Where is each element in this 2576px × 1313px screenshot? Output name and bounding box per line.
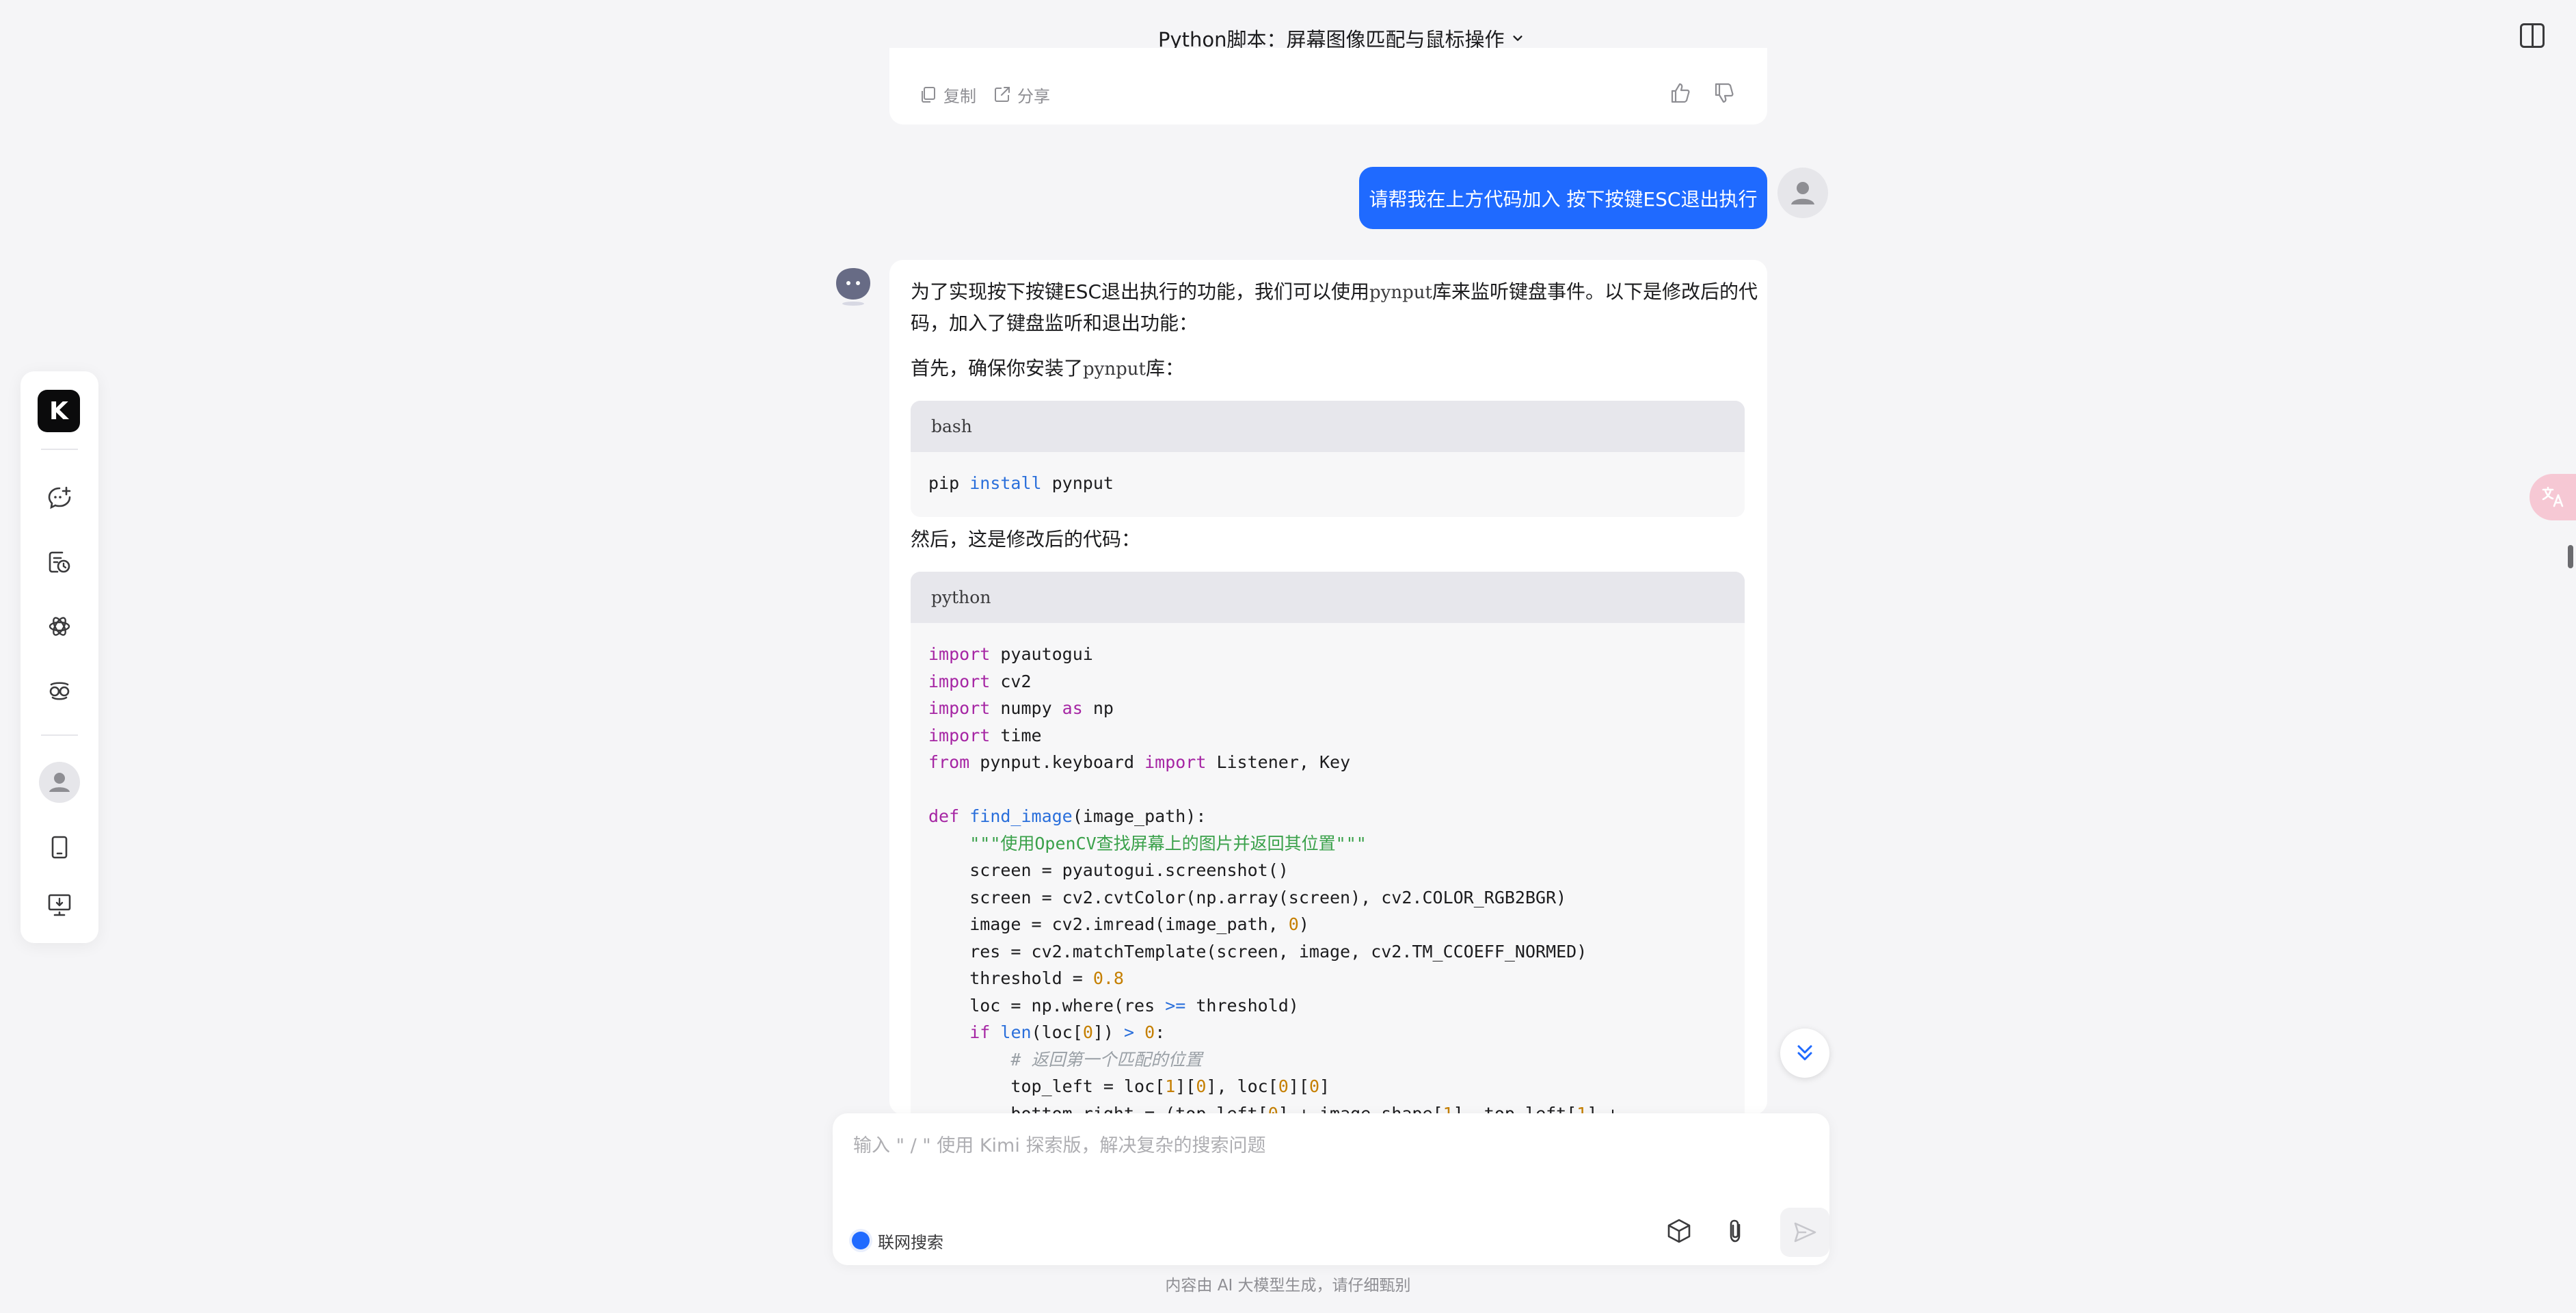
- code-language-label: python: [911, 572, 1745, 623]
- thumbs-down-icon[interactable]: [1712, 81, 1736, 105]
- reply-intro-line1: 为了实现按下按键ESC退出执行的功能，我们可以使用pynput库来监听键盘事件。…: [911, 276, 1758, 308]
- attach-file-button[interactable]: [1717, 1213, 1753, 1249]
- translate-widget-button[interactable]: [2530, 474, 2576, 520]
- reply-then-line: 然后，这是修改后的代码：: [911, 528, 1141, 551]
- scroll-to-bottom-button[interactable]: [1780, 1029, 1829, 1078]
- python-code-block: python import pyautogui import cv2 impor…: [911, 572, 1745, 1115]
- explore-icon: [49, 617, 70, 636]
- intro-text-b: 库来监听键盘事件。以下是修改后的代: [1432, 280, 1758, 303]
- kimi-plus-tool-button[interactable]: [1661, 1213, 1697, 1249]
- person-icon: [49, 773, 70, 792]
- explore-button[interactable]: [40, 607, 79, 646]
- kimi-bot-avatar-icon: [836, 268, 870, 306]
- inline-code-pynput: pynput: [1083, 359, 1146, 380]
- copy-icon: [922, 87, 935, 103]
- kimi-plus-icon: [49, 682, 70, 700]
- toggle-dot-icon: [852, 1232, 870, 1249]
- user-avatar[interactable]: [39, 762, 80, 803]
- new-chat-button[interactable]: [40, 479, 79, 517]
- person-icon: [1791, 182, 1814, 204]
- thumbs-up-icon[interactable]: [1668, 81, 1693, 105]
- copy-label: 复制: [943, 86, 976, 106]
- translate-icon: [2542, 486, 2564, 507]
- new-chat-icon: [48, 486, 71, 509]
- mobile-app-button[interactable]: [40, 828, 79, 866]
- user-message-avatar: [1777, 168, 1828, 218]
- bash-code[interactable]: pip install pynput: [911, 452, 1745, 515]
- kimi-plus-button[interactable]: [40, 671, 79, 709]
- web-search-label: 联网搜索: [878, 1232, 943, 1252]
- user-message-text: 请帮我在上方代码加入 按下按键ESC退出执行: [1369, 187, 1758, 211]
- page-scrollbar-thumb[interactable]: [2568, 545, 2573, 568]
- rail-divider: [41, 449, 78, 450]
- send-button[interactable]: [1780, 1208, 1829, 1257]
- inline-code-pynput: pynput: [1369, 282, 1432, 303]
- paperclip-icon: [1730, 1219, 1741, 1243]
- reply-intro-line2: 码，加入了键盘监听和退出功能：: [911, 312, 1198, 334]
- install-text-a: 首先，确保你安装了: [911, 357, 1084, 380]
- code-language-label: bash: [911, 401, 1745, 452]
- logo-letter: K: [49, 397, 68, 425]
- history-icon: [49, 551, 70, 573]
- mobile-app-icon: [51, 836, 68, 859]
- sidebar-panel-toggle-icon[interactable]: [2520, 23, 2545, 48]
- cube-icon: [1667, 1219, 1691, 1243]
- left-rail: K: [21, 371, 98, 943]
- send-icon: [1794, 1222, 1816, 1243]
- chevron-down-icon: [1512, 36, 1522, 41]
- intro-text-a: 为了实现按下按键ESC退出执行的功能，我们可以使用: [911, 280, 1370, 303]
- message-composer: 联网搜索: [833, 1113, 1829, 1265]
- desktop-app-button[interactable]: [40, 886, 79, 924]
- assistant-reply-card: 为了实现按下按键ESC退出执行的功能，我们可以使用pynput库来监听键盘事件。…: [889, 260, 1767, 1115]
- copy-button[interactable]: 复制: [919, 82, 976, 107]
- user-message-bubble: 请帮我在上方代码加入 按下按键ESC退出执行: [1359, 167, 1767, 229]
- desktop-app-icon: [48, 894, 71, 916]
- share-icon: [995, 87, 1010, 102]
- reply-install-line: 首先，确保你安装了pynput库：: [911, 353, 1184, 385]
- share-button[interactable]: 分享: [993, 82, 1050, 107]
- python-code[interactable]: import pyautogui import cv2 import numpy…: [911, 623, 1745, 1115]
- ai-disclaimer: 内容由 AI 大模型生成，请仔细甄别: [1165, 1277, 1411, 1295]
- web-search-toggle[interactable]: 联网搜索: [852, 1227, 943, 1254]
- double-chevron-down-icon: [1797, 1045, 1812, 1061]
- message-input[interactable]: [852, 1128, 1741, 1163]
- share-label: 分享: [1017, 86, 1050, 106]
- bash-code-block: bash pip install pynput: [911, 401, 1745, 517]
- install-text-b: 库：: [1145, 357, 1184, 380]
- kimi-logo[interactable]: K: [38, 390, 80, 432]
- rail-divider: [41, 734, 78, 736]
- history-button[interactable]: [40, 543, 79, 581]
